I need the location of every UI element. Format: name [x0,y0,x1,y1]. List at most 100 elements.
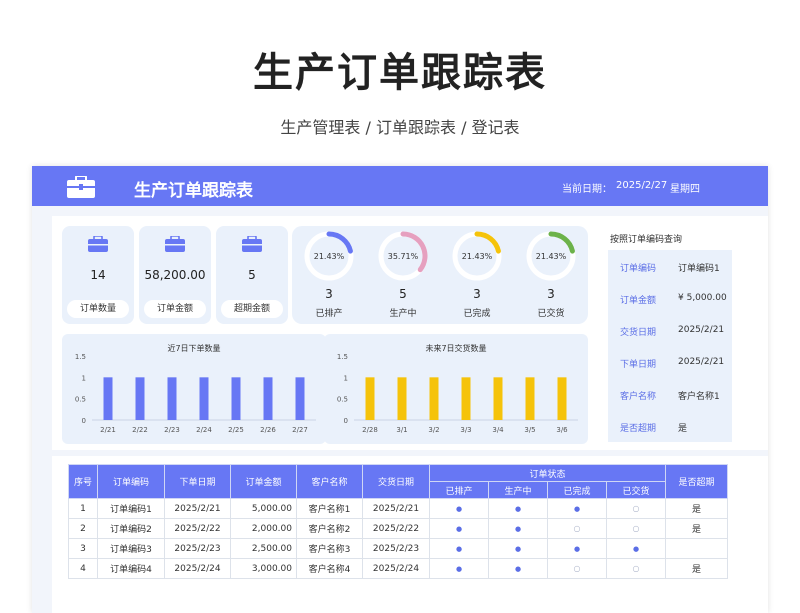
order-date: 2025/2/23 [164,538,231,559]
bar [493,377,503,420]
status-dot-cell: ● [488,558,548,579]
x-tick-label: 2/25 [228,426,244,434]
status-dot-filled: ● [514,504,522,513]
bar [397,377,407,420]
order-amount: 3,000.00 [230,558,297,579]
x-tick-label: 2/27 [292,426,308,434]
order-date: 2025/2/21 [164,498,231,519]
status-dot-cell: ● [488,518,548,539]
table-row[interactable]: 3 订单编码3 2025/2/23 2,500.00 客户名称3 2025/2/23 ● ● ●… [68,538,728,559]
ring-count: 3 [547,287,555,301]
query-value: ¥ 5,000.00 [678,293,727,303]
status-dot-cell: ○ [606,498,666,519]
ring-label: 生产中 [389,309,417,319]
y-tick-label: 0 [344,417,348,425]
customer-name: 客户名称3 [296,538,363,559]
table-row[interactable]: 2 订单编码2 2025/2/22 2,000.00 客户名称2 2025/2/22 ● ● ○… [68,518,728,539]
x-tick-label: 3/5 [524,426,535,434]
query-key: 客户名称 [620,392,657,402]
table-row[interactable]: 4 订单编码4 2025/2/24 3,000.00 客户名称4 2025/2/24 ● ● ○… [68,558,728,579]
bar [103,377,113,420]
status-dot-cell: ○ [606,558,666,579]
ring-label: 已排产 [315,309,343,319]
status-dot-cell: ● [429,518,489,539]
ring-label: 已完成 [463,309,491,319]
bar [135,377,145,420]
y-tick-label: 1 [82,374,86,382]
status-dot-cell: ● [429,498,489,519]
customer-name: 客户名称1 [296,498,363,519]
delivery-date: 2025/2/23 [362,538,430,559]
bar [525,377,535,420]
bar [199,377,209,420]
status-ring: 35.71% 5 生产中 [366,226,440,324]
status-dot-cell: ● [429,538,489,559]
status-dot-filled: ● [573,504,581,513]
briefcase-icon [165,235,185,256]
chart-svg: 未来7日交货数量 0 0.5 1 1.5 2/28 3/1 3/2 3/3 3/4 3/5 3/6 [337,343,578,434]
status-dot-cell: ○ [547,558,607,579]
ring-percent: 21.43% [313,252,345,261]
status-ring: 21.43% 3 已排产 [292,226,366,324]
page-title: 生产订单跟踪表 [253,50,547,96]
kpi-value: 5 [248,268,256,282]
order-code: 订单编码3 [97,538,165,559]
status-subheader: 已完成 [547,481,607,499]
query-value: 2025/2/21 [678,357,725,367]
query-row: 客户名称 客户名称1 [608,378,732,410]
query-value[interactable]: 订单编码1 [678,261,720,274]
status-dot-filled: ● [632,544,640,553]
kpi-label: 订单数量 [67,300,129,318]
y-tick-label: 0.5 [75,396,86,404]
ring-arc [474,231,501,254]
y-tick-label: 0.5 [337,396,348,404]
weekday: 星期四 [670,184,700,195]
order-code: 订单编码1 [97,498,165,519]
status-dot-filled: ● [514,544,522,553]
query-key: 订单编码 [620,264,657,274]
order-table: 序号 订单编码 下单日期 订单金额 客户名称 交货日期 订单状态 是否超期 已排… [68,464,728,579]
ring-percent: 35.71% [387,252,419,261]
col-header: 客户名称 [296,464,363,499]
x-tick-label: 3/1 [396,426,407,434]
query-title: 按照订单编码查询 [610,235,683,245]
x-tick-label: 2/28 [362,426,378,434]
kpi-card-order-amount: 58,200.00 订单金额 [139,226,211,324]
status-dot-filled: ● [573,544,581,553]
status-ring: 21.43% 3 已完成 [440,226,514,324]
x-tick-label: 3/3 [460,426,471,434]
query-value: 客户名称1 [678,392,720,402]
bar [365,377,375,420]
query-key: 下单日期 [620,360,657,370]
table-row[interactable]: 1 订单编码1 2025/2/21 5,000.00 客户名称1 2025/2/21 ● ● ●… [68,498,728,519]
page-subtitle: 生产管理表 / 订单跟踪表 / 登记表 [280,118,520,137]
x-tick-label: 2/22 [132,426,148,434]
status-dot-cell: ● [429,558,489,579]
query-row: 下单日期 2025/2/21 [608,346,732,378]
header-title: 生产订单跟踪表 [134,181,253,201]
kpi-label: 订单金额 [144,300,206,318]
date-value: 2025/2/27 [616,180,668,191]
row-index: 4 [68,558,98,579]
chart-delivery-7days: 未来7日交货数量 0 0.5 1 1.5 2/28 3/1 3/2 3/3 3/4 3/5 3/6 [324,334,588,444]
order-amount: 2,000.00 [230,518,297,539]
ring-count: 3 [473,287,481,301]
status-dot-filled: ● [514,564,522,573]
kpi-value: 14 [90,268,106,282]
kpi-value: 58,200.00 [144,268,206,282]
date-label: 当前日期： [562,184,612,195]
col-header: 序号 [68,464,98,499]
chart-title: 未来7日交货数量 [425,343,486,353]
chart-svg: 近7日下单数量 0 0.5 1 1.5 2/21 2/22 2/23 2/24 2/25 2/26 2… [75,343,316,434]
overdue-flag: 是 [665,498,728,519]
query-value: 2025/2/21 [678,325,725,335]
bar [461,377,471,420]
delivery-date: 2025/2/21 [362,498,430,519]
x-tick-label: 2/23 [164,426,180,434]
status-dot-empty: ○ [632,523,640,533]
x-tick-label: 3/4 [492,426,504,434]
col-header: 是否超期 [665,464,728,499]
bar [167,377,177,420]
status-subheader: 生产中 [488,481,548,499]
briefcase-icon [88,235,108,256]
